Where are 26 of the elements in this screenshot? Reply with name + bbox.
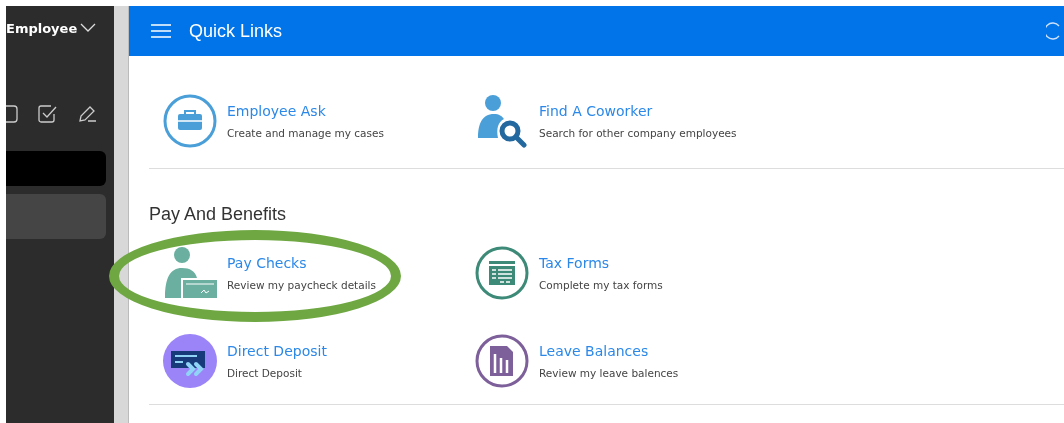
quick-link[interactable]: Tax Forms — [539, 255, 663, 271]
credit-card-icon — [163, 334, 217, 388]
link-description: Review my leave balences — [539, 367, 679, 379]
menu-icon[interactable] — [151, 24, 171, 38]
link-description: Search for other company employees — [539, 127, 737, 139]
section-heading: Pay And Benefits — [149, 204, 288, 225]
link-description: Create and manage my cases — [227, 127, 384, 139]
person-search-icon — [475, 94, 529, 148]
quick-link[interactable]: Pay Checks — [227, 255, 376, 271]
user-role-label[interactable]: Employee — [6, 20, 78, 36]
briefcase-icon — [163, 94, 217, 148]
refresh-icon[interactable] — [1046, 22, 1060, 40]
link-description: Direct Deposit — [227, 367, 303, 379]
page-title: Quick Links — [189, 20, 283, 42]
quick-link[interactable]: Direct Deposit — [227, 343, 327, 359]
link-description: Complete my tax forms — [539, 279, 663, 291]
chevron-down-icon[interactable] — [80, 23, 97, 33]
document-icon — [475, 334, 529, 388]
link-description: Review my paycheck details — [227, 279, 376, 291]
quick-link[interactable]: Leave Balances — [539, 343, 679, 359]
checkbox-icon[interactable] — [38, 105, 58, 123]
person-check-icon — [163, 246, 217, 300]
quick-link[interactable]: Employee Ask — [227, 103, 384, 119]
pencil-icon[interactable] — [78, 105, 98, 123]
quick-link[interactable]: Find A Coworker — [539, 103, 737, 119]
form-icon — [475, 246, 529, 300]
